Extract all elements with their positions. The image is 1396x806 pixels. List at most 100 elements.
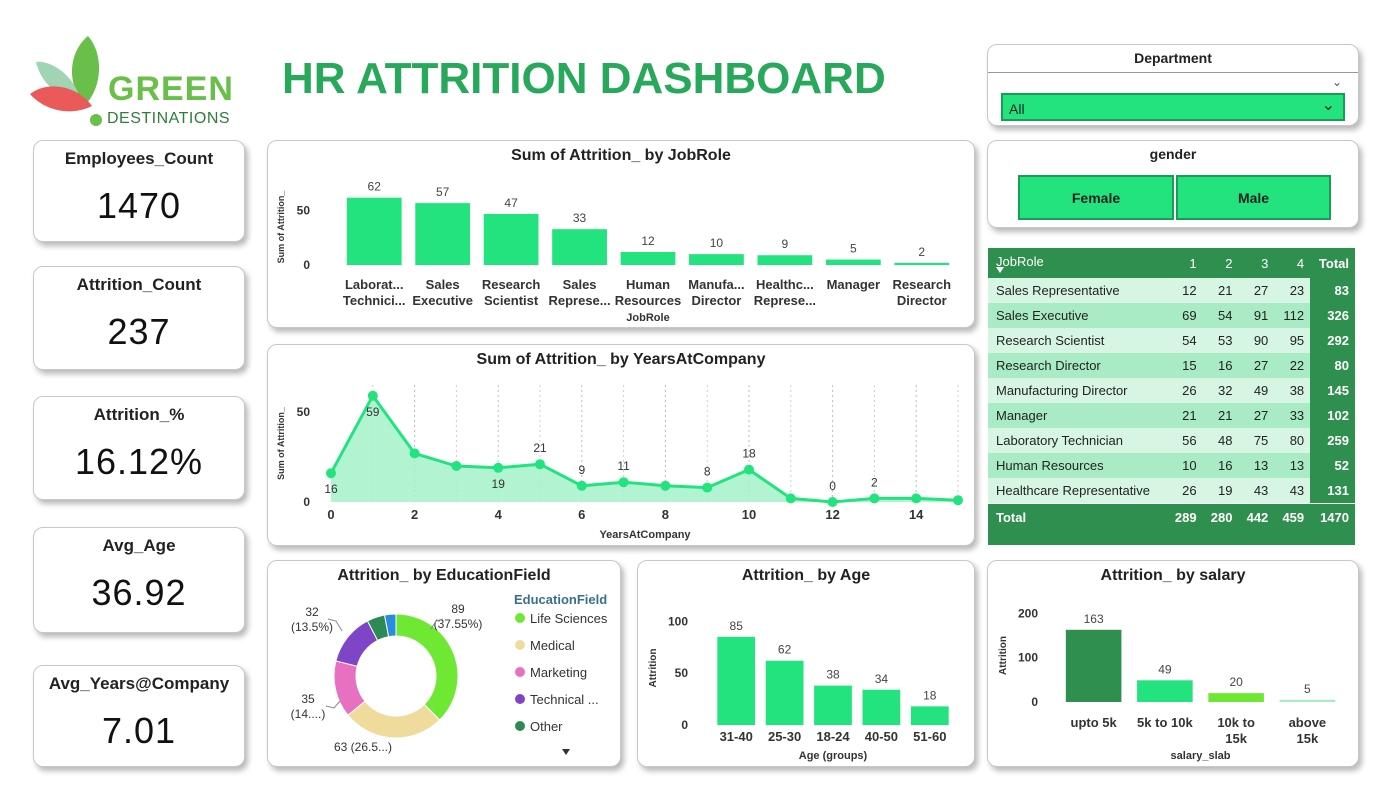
column-header[interactable]: 1	[1167, 248, 1203, 278]
table-cell: 19	[1202, 478, 1239, 504]
bar	[483, 213, 539, 265]
x-tick-label: 14	[909, 507, 924, 522]
table-cell: 21	[1202, 278, 1239, 303]
kpi-card-avg-years-company: Avg_Years@Company 7.01	[33, 665, 245, 767]
sort-descending-icon[interactable]	[996, 266, 1004, 273]
gender-option-female[interactable]: Female	[1018, 175, 1174, 220]
x-axis-label: JobRole	[626, 312, 669, 324]
table-row: Laboratory Technician 56 48 75 80 259	[988, 428, 1355, 453]
x-tick-label: 10k to	[1217, 715, 1255, 730]
data-label: 10	[710, 236, 724, 250]
column-header-jobrole[interactable]: JobRole	[988, 248, 1167, 278]
table-cell: 112	[1274, 303, 1311, 328]
data-label: 163	[1084, 612, 1104, 626]
kpi-label: Avg_Age	[102, 536, 176, 555]
data-label: 12	[641, 234, 655, 248]
table-cell: 26	[1166, 478, 1203, 504]
x-tick-label: Technici...	[343, 293, 406, 308]
company-logo: GREEN DESTINATIONS	[28, 32, 243, 132]
donut-slice	[347, 700, 441, 739]
bar	[1279, 699, 1336, 702]
table-cell: 292	[1310, 328, 1355, 353]
logo-text-destinations: DESTINATIONS	[107, 110, 231, 127]
bar	[552, 229, 607, 265]
data-point	[493, 462, 504, 473]
data-point	[869, 493, 880, 504]
data-label: 20	[1229, 675, 1243, 689]
table-cell: 16	[1202, 453, 1239, 478]
row-label: Manager	[988, 403, 1167, 428]
x-tick-label: Manager	[827, 277, 880, 292]
legend-title: EducationField	[514, 592, 607, 607]
x-tick-label: 18-24	[816, 729, 850, 744]
y-tick-label: 50	[675, 666, 689, 680]
table-cell: 48	[1202, 428, 1239, 453]
table-cell: 23	[1274, 278, 1311, 303]
table-row: Sales Executive 69 54 91 112 326	[988, 303, 1355, 328]
x-tick-label: 15k	[1297, 731, 1319, 746]
table-cell: 27	[1238, 353, 1275, 378]
data-point	[618, 477, 629, 488]
x-tick-label: above	[1289, 715, 1327, 730]
data-label: 59	[366, 405, 380, 419]
department-slicer-title: Department	[1134, 50, 1212, 66]
x-tick-label: 25-30	[768, 729, 801, 744]
chart-card-education-field: Attrition_ by EducationField 89 (37.55%) 6…	[267, 560, 621, 767]
bar	[814, 685, 852, 725]
data-label: 38	[826, 668, 840, 682]
table-cell: 54	[1166, 328, 1203, 353]
data-label: 62	[368, 180, 382, 194]
table-cell: 75	[1238, 428, 1275, 453]
data-label: 2	[918, 245, 925, 259]
gender-option-male[interactable]: Male	[1176, 175, 1331, 220]
table-cell: 95	[1274, 328, 1311, 353]
jobrole-matrix-table: JobRole 1 2 3 4 Total Sales Representative 12 2…	[988, 248, 1355, 545]
chevron-down-icon[interactable]: ⌄	[1332, 75, 1342, 89]
x-tick-label: Manufa...	[688, 277, 744, 292]
column-header[interactable]: 3	[1238, 248, 1274, 278]
table-cell: 27	[1238, 403, 1275, 428]
x-tick-label: Executive	[412, 293, 473, 308]
table-cell: 16	[1202, 353, 1239, 378]
data-label: 85	[730, 619, 744, 633]
chart-card-jobrole: Sum of Attrition_ by JobRole 0 50 Sum of A…	[267, 140, 975, 328]
column-header[interactable]: 4	[1274, 248, 1310, 278]
kpi-card-attrition-count: Attrition_Count 237	[33, 266, 245, 370]
data-label: 8	[704, 465, 711, 479]
row-label: Research Scientist	[988, 328, 1167, 353]
bar	[862, 689, 901, 725]
bar	[910, 706, 949, 725]
data-label: (14....)	[291, 707, 326, 721]
x-tick-label: 0	[327, 507, 334, 522]
table-cell: 43	[1238, 478, 1275, 504]
kpi-value: 36.92	[91, 572, 187, 613]
data-label: 49	[1158, 662, 1172, 676]
x-tick-label: Represe...	[548, 293, 610, 308]
data-label: 16	[324, 482, 338, 496]
table-cell: 32	[1202, 378, 1239, 403]
kpi-card-avg-age: Avg_Age 36.92	[33, 527, 245, 633]
row-label: Laboratory Technician	[988, 428, 1167, 453]
legend-item: Other	[530, 719, 563, 734]
table-cell: 83	[1310, 278, 1355, 303]
data-label: 89	[451, 602, 465, 616]
data-point	[785, 493, 796, 504]
data-label: 0	[829, 479, 836, 493]
y-axis-label: Sum of Attrition_	[276, 406, 286, 480]
column-header[interactable]: 2	[1203, 248, 1239, 278]
total-cell: Total	[988, 503, 1167, 530]
column-header[interactable]: Total	[1310, 248, 1355, 278]
table-row: Healthcare Representative 26 19 43 43 131	[988, 478, 1355, 504]
row-label: Healthcare Representative	[988, 478, 1167, 504]
data-point	[576, 480, 587, 491]
department-dropdown[interactable]: All ⌄	[1001, 93, 1345, 121]
kpi-label: Attrition_Count	[76, 275, 202, 294]
table-cell: 43	[1274, 478, 1311, 504]
legend-marker	[515, 613, 525, 623]
department-selected-value: All	[1009, 101, 1025, 117]
data-point	[827, 497, 838, 507]
y-tick-label: 200	[1018, 606, 1038, 620]
x-tick-label: Research	[893, 277, 952, 292]
x-tick-label: 4	[495, 507, 503, 522]
data-label: 2	[871, 475, 878, 489]
